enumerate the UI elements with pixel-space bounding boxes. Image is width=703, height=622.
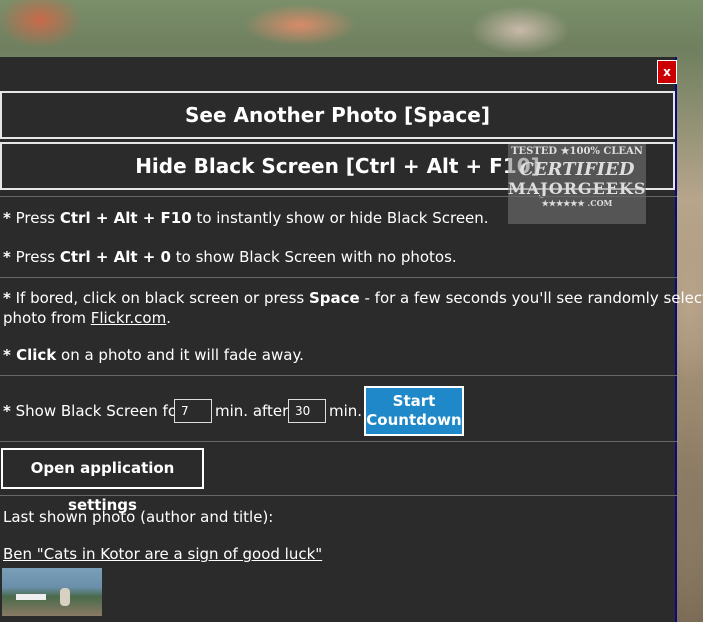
- timer-label-mid: min. after: [215, 402, 289, 420]
- start-countdown-label: Start: [392, 392, 436, 410]
- tip-click-fade: * Click on a photo and it will fade away…: [3, 346, 304, 364]
- after-minutes-input[interactable]: 30: [288, 399, 326, 423]
- timer-label-suffix: min.: [329, 402, 363, 420]
- tip-random-photo: * If bored, click on black screen or pre…: [3, 289, 703, 307]
- thumbnail-boat: [16, 594, 46, 600]
- watermark-line: ★★★★★★ .COM: [541, 198, 613, 208]
- thumbnail-cat: [60, 588, 70, 606]
- divider: [0, 277, 677, 278]
- open-settings-button[interactable]: Open application settings: [1, 448, 204, 514]
- timer-label-prefix: * Show Black Screen for: [3, 402, 184, 420]
- tip-toggle-shortcut: * Press Ctrl + Alt + F10 to instantly sh…: [3, 209, 489, 227]
- divider: [0, 495, 677, 496]
- divider: [0, 375, 677, 376]
- close-button[interactable]: x: [657, 60, 677, 84]
- divider: [0, 441, 677, 442]
- flickr-link[interactable]: Flickr.com: [91, 309, 167, 327]
- tip-no-photos-shortcut: * Press Ctrl + Alt + 0 to show Black Scr…: [3, 248, 457, 266]
- divider: [0, 196, 677, 197]
- last-photo-thumbnail[interactable]: [2, 568, 102, 616]
- start-countdown-label: Countdown: [366, 411, 462, 429]
- start-countdown-button[interactable]: Start Countdown: [364, 386, 464, 436]
- show-minutes-input[interactable]: 7: [174, 399, 212, 423]
- tip-random-photo-cont: photo from Flickr.com.: [3, 309, 171, 327]
- see-another-photo-button[interactable]: See Another Photo [Space]: [0, 91, 675, 139]
- last-photo-link[interactable]: Ben "Cats in Kotor are a sign of good lu…: [3, 544, 322, 564]
- watermark-line: TESTED ★100% CLEAN: [511, 146, 643, 157]
- watermark-line: CERTIFIED: [519, 159, 635, 180]
- majorgeeks-watermark: TESTED ★100% CLEAN CERTIFIED MAJORGEEKS …: [508, 144, 646, 224]
- last-photo-heading: Last shown photo (author and title):: [3, 508, 274, 526]
